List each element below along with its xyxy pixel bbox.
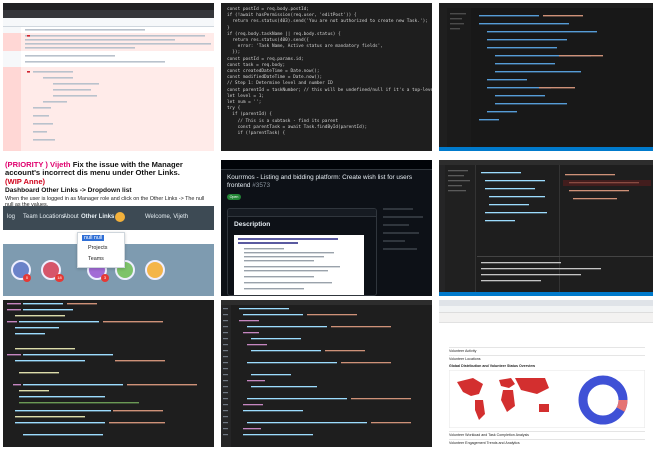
code-editor-pane[interactable]: const postId = req.body.postId; if (!awai…	[221, 3, 432, 151]
pr-sidebar	[383, 208, 429, 256]
tile-code-editor-1: const postId = req.body.postId; if (!awai…	[221, 3, 432, 151]
pr-number: #3573	[252, 181, 271, 189]
tile-issue-dashboard: (PRIORITY ) Vijeth Fix the issue with th…	[3, 160, 214, 296]
dropdown-item-projects[interactable]: Projects	[88, 245, 107, 251]
comment-header	[228, 209, 376, 217]
dropdown-selected[interactable]: null null	[82, 235, 105, 241]
pr-status-badge: Open	[227, 194, 241, 200]
issue-title: (PRIORITY ) Vijeth Fix the issue with th…	[3, 160, 214, 186]
nav-item-other-links[interactable]: Other Links	[81, 214, 114, 220]
dashboard-nav: log Team Locations About Other Links Wel…	[3, 206, 214, 230]
user-avatar[interactable]	[115, 212, 125, 222]
donut-chart	[578, 375, 628, 425]
diff-toolbar	[3, 18, 214, 27]
code-editor-2-view	[3, 300, 214, 447]
ide-split-view	[439, 160, 653, 296]
code-line: if (!parentTask) {	[227, 131, 286, 137]
nav-item-team-locations[interactable]: Team Locations	[23, 214, 65, 220]
section-workload-analysis[interactable]: Volunteer Workload and Task Completion A…	[449, 431, 645, 437]
screenshot-grid: const postId = req.body.postId; if (!awai…	[0, 0, 656, 450]
description-heading: Description	[234, 221, 271, 228]
tile-ide-split	[439, 160, 653, 296]
distribution-panel	[449, 370, 645, 428]
pr-title: Kourrmos - Listing and bidding platform:…	[227, 174, 428, 189]
section-volunteer-locations[interactable]: Volunteer Locations	[449, 355, 645, 361]
tile-github-pr: Kourrmos - Listing and bidding platform:…	[221, 160, 432, 296]
count-badge-2: 18	[55, 274, 64, 282]
pr-description-card: Description	[227, 208, 377, 296]
tile-code-editor-3	[221, 300, 432, 447]
tile-code-editor-2	[3, 300, 214, 447]
issue-subtitle: Dashboard Other Links -> Dropdown list	[5, 187, 132, 195]
tile-analytics-page: Volunteer Activity Volunteer Locations G…	[439, 300, 653, 447]
count-badge-3: 3	[101, 274, 109, 282]
browser-tab-bar[interactable]	[3, 3, 214, 10]
nav-item-about[interactable]: About	[63, 214, 79, 220]
diff-view	[3, 27, 214, 151]
section-engagement-trends[interactable]: Volunteer Engagement Trends and Analytic…	[449, 439, 645, 445]
other-links-dropdown: null null Projects Teams	[77, 232, 125, 268]
page-toolbar	[439, 313, 653, 323]
ide-view	[439, 3, 653, 151]
description-screenshot	[234, 235, 364, 295]
nav-item-0[interactable]: log	[7, 214, 15, 220]
welcome-text: Welcome, Vijeth	[145, 214, 189, 220]
dropdown-item-teams[interactable]: Teams	[88, 256, 104, 262]
code-editor-3-view	[221, 300, 432, 447]
code-line: return res.status(403).send('You are not…	[227, 19, 428, 25]
badge-icon-5[interactable]	[145, 260, 165, 280]
section-volunteer-activity[interactable]: Volunteer Activity	[449, 347, 645, 353]
browser-address[interactable]	[439, 306, 653, 313]
github-header	[221, 160, 432, 170]
browser-url-bar[interactable]	[3, 10, 214, 18]
tile-browser-diff	[3, 3, 214, 151]
code-line: const parentId = taskNumber; // this wil…	[227, 87, 432, 93]
tile-ide-dark	[439, 3, 653, 151]
section-global-distribution[interactable]: Global Distribution and Volunteer Status…	[449, 363, 645, 368]
count-badge-1: 0	[23, 274, 31, 282]
wip-label: (WIP Anne)	[5, 176, 46, 186]
